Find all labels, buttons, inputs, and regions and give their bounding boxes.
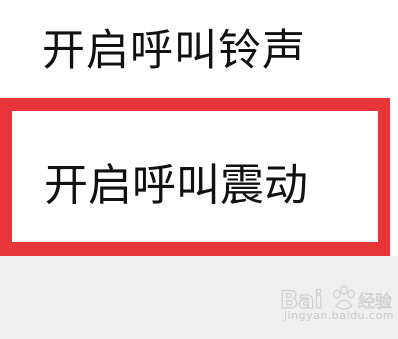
settings-screen: 开启呼叫铃声 开启呼叫震动 Bai 经验 jingyan.baidu.com [0, 0, 398, 339]
call-vibrate-option[interactable]: 开启呼叫震动 [0, 98, 398, 256]
call-ringtone-option[interactable]: 开启呼叫铃声 [0, 0, 398, 92]
call-vibrate-label: 开启呼叫震动 [44, 160, 308, 211]
watermark-url: jingyan.baidu.com [284, 309, 395, 322]
paw-icon [333, 285, 355, 310]
call-ringtone-label: 开启呼叫铃声 [42, 26, 306, 76]
call-vibrate-row-container: 开启呼叫震动 [0, 98, 398, 258]
